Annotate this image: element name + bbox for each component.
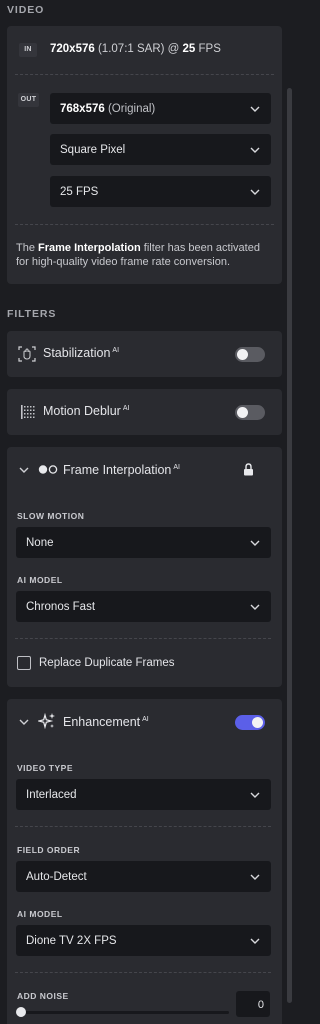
- fps-value: 25 FPS: [60, 185, 99, 198]
- output-resolution-select[interactable]: 768x576 (Original): [50, 93, 271, 124]
- output-resolution-value: 768x576 (Original): [60, 103, 155, 115]
- stabilization-title: Stabilization AI: [43, 346, 119, 360]
- ai-model-label: AI MODEL: [17, 575, 63, 585]
- frame-interpolation-icon: [38, 465, 58, 474]
- add-noise-label: ADD NOISE: [17, 991, 69, 1001]
- frame-interpolation-title: Frame Interpolation AI: [63, 463, 180, 477]
- chevron-down-icon[interactable]: [19, 466, 29, 474]
- ai-badge: AI: [173, 463, 181, 471]
- ai-model-label: AI MODEL: [17, 909, 63, 919]
- input-tag: IN: [19, 43, 37, 57]
- output-resolution-note: (Original): [104, 102, 156, 115]
- divider: [15, 826, 271, 827]
- enhancement-toggle[interactable]: [235, 715, 265, 730]
- stabilization-toggle[interactable]: [235, 347, 265, 362]
- video-section-title: VIDEO: [7, 4, 45, 16]
- video-card: IN 720x576 (1.07:1 SAR) @ 25 FPS OUT 768…: [7, 26, 282, 284]
- scrollbar-thumb[interactable]: [287, 88, 292, 1003]
- motion-deblur-title: Motion Deblur AI: [43, 404, 129, 418]
- filters-section-title: FILTERS: [7, 308, 57, 320]
- enhancement-panel: Enhancement AI VIDEO TYPE Interlaced FIEL…: [7, 699, 282, 1024]
- chevron-down-icon: [250, 874, 260, 880]
- chevron-down-icon: [250, 147, 260, 153]
- input-sar: (1.07:1 SAR) @: [94, 43, 183, 55]
- enh-ai-model-select[interactable]: Dione TV 2X FPS: [16, 925, 271, 956]
- field-order-value: Auto-Detect: [26, 870, 87, 883]
- video-type-select[interactable]: Interlaced: [16, 779, 271, 810]
- motion-deblur-toggle[interactable]: [235, 405, 265, 420]
- note-bold: Frame Interpolation: [38, 242, 141, 254]
- frame-interpolation-label: Frame Interpolation: [63, 463, 172, 477]
- replace-duplicates-checkbox[interactable]: [17, 656, 31, 670]
- lock-icon: [244, 463, 253, 476]
- stabilization-filter-row[interactable]: Stabilization AI: [7, 331, 282, 377]
- ai-badge: AI: [122, 404, 130, 412]
- pixel-aspect-value: Square Pixel: [60, 143, 126, 156]
- ai-badge: AI: [142, 715, 149, 723]
- enhancement-title: Enhancement AI: [63, 715, 149, 729]
- replace-duplicates-label: Replace Duplicate Frames: [39, 657, 175, 669]
- video-note: The Frame Interpolation filter has been …: [16, 241, 272, 269]
- chevron-down-icon: [250, 938, 260, 944]
- input-resolution: 720x576: [50, 43, 95, 55]
- stabilization-label: Stabilization: [43, 346, 111, 360]
- pixel-aspect-select[interactable]: Square Pixel: [50, 134, 271, 165]
- enh-ai-model-value: Dione TV 2X FPS: [26, 934, 117, 947]
- ai-badge: AI: [112, 346, 120, 354]
- chevron-down-icon: [250, 792, 260, 798]
- fi-ai-model-value: Chronos Fast: [26, 600, 96, 613]
- output-tag: OUT: [18, 93, 39, 107]
- add-noise-slider-thumb[interactable]: [16, 1007, 26, 1017]
- chevron-down-icon: [250, 540, 260, 546]
- chevron-down-icon[interactable]: [19, 718, 29, 726]
- video-type-label: VIDEO TYPE: [17, 763, 74, 773]
- divider: [15, 74, 274, 75]
- toggle-knob: [237, 407, 248, 418]
- add-noise-input[interactable]: 0: [236, 991, 270, 1017]
- stabilization-icon: [18, 346, 36, 362]
- field-order-select[interactable]: Auto-Detect: [16, 861, 271, 892]
- slow-motion-label: SLOW MOTION: [17, 511, 85, 521]
- chevron-down-icon: [250, 604, 260, 610]
- add-noise-slider-track[interactable]: [17, 1011, 229, 1014]
- motion-deblur-icon: [21, 405, 35, 419]
- sparkle-icon: [38, 712, 55, 730]
- slow-motion-select[interactable]: None: [16, 527, 271, 558]
- slow-motion-value: None: [26, 536, 54, 549]
- motion-deblur-filter-row[interactable]: Motion Deblur AI: [7, 389, 282, 435]
- enhancement-label: Enhancement: [63, 715, 141, 729]
- toggle-knob: [252, 717, 263, 728]
- input-fps-unit: FPS: [195, 43, 221, 55]
- input-fps: 25: [182, 43, 196, 55]
- note-prefix: The: [16, 242, 39, 254]
- chevron-down-icon: [250, 106, 260, 112]
- video-type-value: Interlaced: [26, 788, 77, 801]
- divider: [15, 224, 274, 225]
- fps-select[interactable]: 25 FPS: [50, 176, 271, 207]
- field-order-label: FIELD ORDER: [17, 845, 81, 855]
- divider: [15, 638, 271, 639]
- input-info: 720x576 (1.07:1 SAR) @ 25 FPS: [50, 43, 221, 55]
- frame-interpolation-panel: Frame Interpolation AI SLOW MOTION None A…: [7, 447, 282, 687]
- motion-deblur-label: Motion Deblur: [43, 404, 121, 418]
- toggle-knob: [237, 349, 248, 360]
- fi-ai-model-select[interactable]: Chronos Fast: [16, 591, 271, 622]
- chevron-down-icon: [250, 189, 260, 195]
- output-resolution: 768x576: [60, 102, 105, 115]
- divider: [15, 972, 271, 973]
